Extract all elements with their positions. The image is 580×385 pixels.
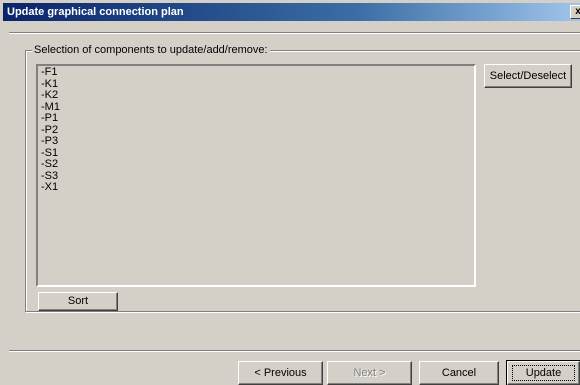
previous-label: < Previous bbox=[254, 367, 307, 379]
next-button[interactable]: Next > bbox=[327, 361, 412, 385]
select-deselect-label: Select/Deselect bbox=[489, 70, 567, 82]
dialog-window: Update graphical connection plan x Selec… bbox=[0, 0, 580, 385]
component-list-items: -F1 -K1 -K2 -M1 -P1 -P2 -P3 -S1 -S2 -S3 -X1 bbox=[41, 66, 60, 194]
group-caption: Selection of components to update/add/re… bbox=[32, 44, 270, 57]
list-item[interactable]: -K2 bbox=[41, 89, 60, 102]
close-button[interactable]: x bbox=[570, 5, 580, 19]
list-item[interactable]: -P3 bbox=[41, 135, 60, 148]
sort-label: Sort bbox=[67, 295, 89, 307]
next-label: Next > bbox=[353, 367, 386, 379]
list-item[interactable]: -X1 bbox=[41, 181, 60, 194]
top-divider-highlight bbox=[9, 33, 580, 34]
close-icon: x bbox=[575, 6, 580, 17]
update-label: Update bbox=[525, 367, 562, 379]
list-item[interactable]: -F1 bbox=[41, 66, 60, 79]
cancel-button[interactable]: Cancel bbox=[419, 361, 499, 385]
update-button[interactable]: Update bbox=[506, 360, 580, 385]
sort-button[interactable]: Sort bbox=[38, 292, 118, 311]
list-item[interactable]: -S2 bbox=[41, 158, 60, 171]
title-bar[interactable]: Update graphical connection plan x bbox=[3, 3, 580, 21]
list-item[interactable]: -P1 bbox=[41, 112, 60, 125]
window-title: Update graphical connection plan bbox=[7, 6, 184, 18]
bottom-divider-highlight bbox=[9, 351, 580, 352]
select-deselect-button[interactable]: Select/Deselect bbox=[484, 64, 572, 88]
component-list[interactable]: -F1 -K1 -K2 -M1 -P1 -P2 -P3 -S1 -S2 -S3 -X1 bbox=[36, 64, 476, 287]
cancel-label: Cancel bbox=[441, 367, 477, 379]
previous-button[interactable]: < Previous bbox=[238, 361, 323, 385]
